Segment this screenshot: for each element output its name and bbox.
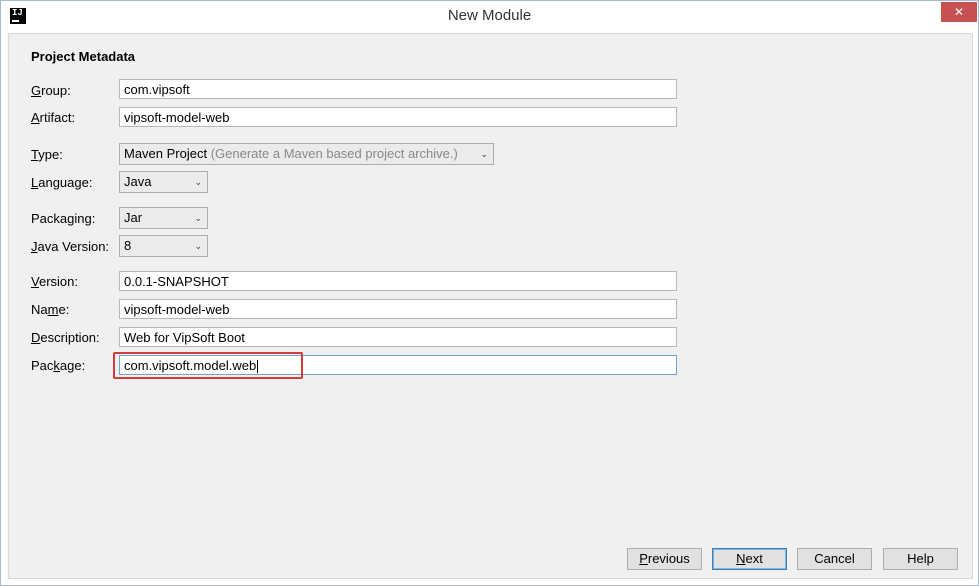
language-select[interactable]: Java ⌄ xyxy=(119,171,208,193)
next-button[interactable]: Next xyxy=(712,548,787,570)
java-version-label: Java Version: xyxy=(31,239,110,254)
java-version-select[interactable]: 8 ⌄ xyxy=(119,235,208,257)
chevron-down-icon: ⌄ xyxy=(194,177,202,187)
description-field[interactable]: Web for VipSoft Boot xyxy=(119,327,677,347)
cancel-button[interactable]: Cancel xyxy=(797,548,872,570)
title-bar: IJ New Module ✕ xyxy=(1,1,978,31)
packaging-select[interactable]: Jar ⌄ xyxy=(119,207,208,229)
description-label: Description: xyxy=(31,330,100,345)
project-metadata-panel: Project Metadata Group: com.vipsoft Arti… xyxy=(8,33,973,579)
highlight-box xyxy=(113,352,303,379)
name-field[interactable]: vipsoft-model-web xyxy=(119,299,677,319)
previous-button[interactable]: Previous xyxy=(627,548,702,570)
close-icon[interactable]: ✕ xyxy=(941,2,977,22)
help-button[interactable]: Help xyxy=(883,548,958,570)
chevron-down-icon: ⌄ xyxy=(194,213,202,223)
name-label: Name: xyxy=(31,302,70,317)
new-module-dialog: IJ New Module ✕ Project Metadata Group: … xyxy=(0,0,979,586)
type-select[interactable]: Maven Project (Generate a Maven based pr… xyxy=(119,143,494,165)
artifact-label: Artifact: xyxy=(31,110,76,125)
chevron-down-icon: ⌄ xyxy=(480,149,488,159)
chevron-down-icon: ⌄ xyxy=(194,241,202,251)
language-label: Language: xyxy=(31,175,93,190)
group-field[interactable]: com.vipsoft xyxy=(119,79,677,99)
type-label: Type: xyxy=(31,147,63,162)
packaging-label: Packaging: xyxy=(31,211,96,226)
artifact-field[interactable]: vipsoft-model-web xyxy=(119,107,677,127)
section-title: Project Metadata xyxy=(31,49,136,64)
version-label: Version: xyxy=(31,274,78,289)
version-field[interactable]: 0.0.1-SNAPSHOT xyxy=(119,271,677,291)
package-label: Package: xyxy=(31,358,86,373)
group-label: Group: xyxy=(31,83,71,98)
window-title: New Module xyxy=(447,7,532,24)
